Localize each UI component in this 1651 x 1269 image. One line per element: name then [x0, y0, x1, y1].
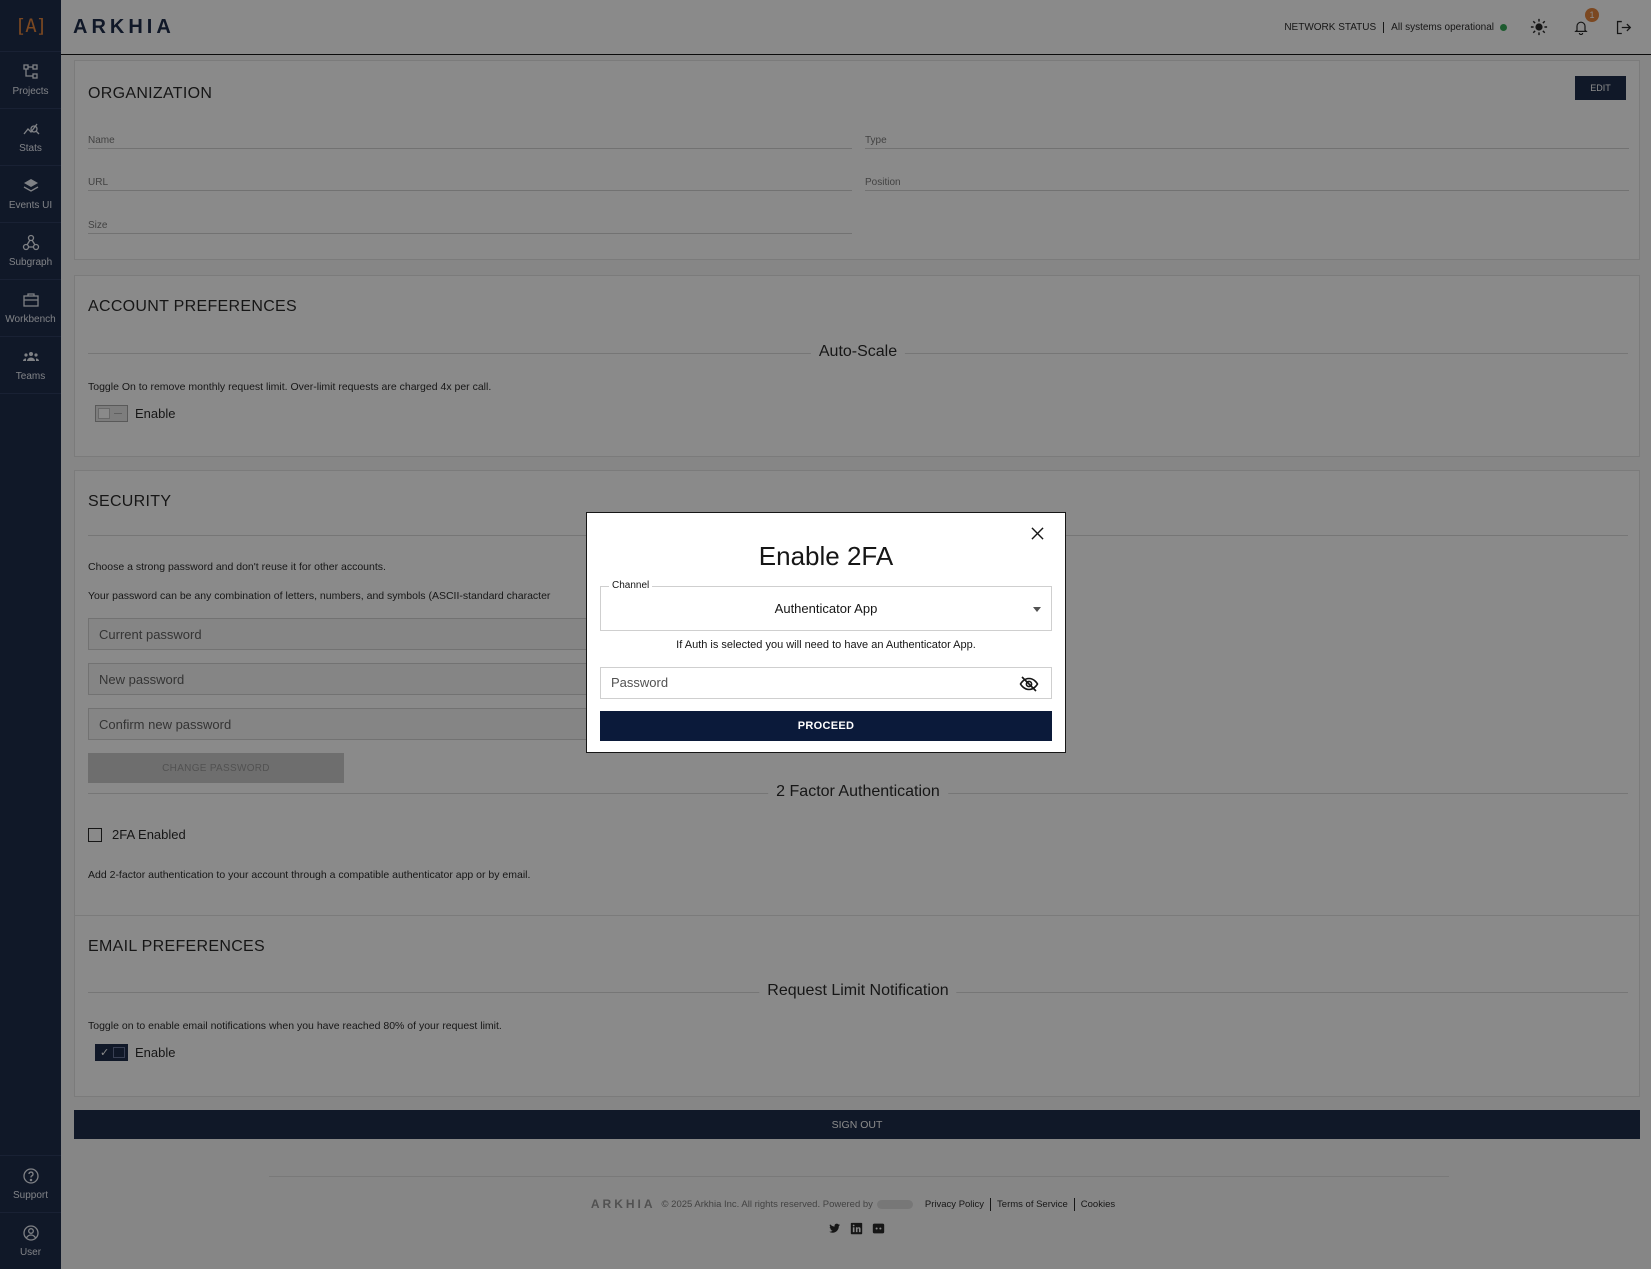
enable-2fa-dialog: Enable 2FA Channel Authenticator App If … [586, 512, 1066, 753]
channel-selected-value: Authenticator App [774, 601, 878, 616]
password-placeholder: Password [611, 675, 669, 690]
password-input[interactable]: Password [600, 667, 1052, 699]
chevron-down-icon [1033, 607, 1041, 612]
channel-label: Channel [609, 580, 653, 591]
close-icon[interactable] [1027, 523, 1047, 543]
channel-select[interactable]: Channel Authenticator App [600, 580, 1052, 631]
visibility-off-icon[interactable] [1019, 675, 1039, 693]
channel-helper-text: If Auth is selected you will need to hav… [676, 639, 976, 651]
proceed-button[interactable]: PROCEED [600, 711, 1052, 741]
dialog-title: Enable 2FA [758, 541, 894, 571]
